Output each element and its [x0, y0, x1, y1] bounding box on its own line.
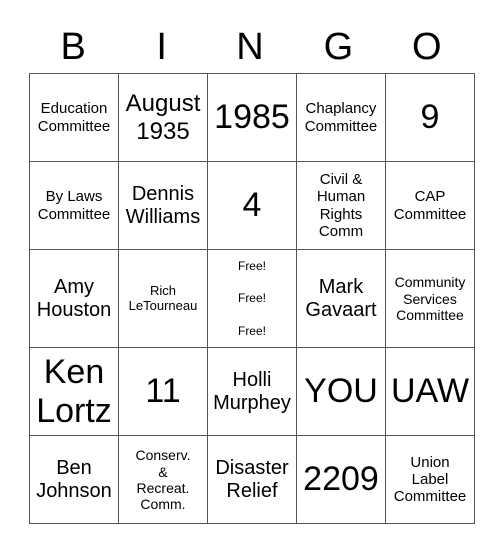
bingo-cell[interactable]: Chaplancy Committee	[296, 73, 386, 162]
cell-text: CAP Committee	[393, 188, 467, 223]
cell-text: Disaster Relief	[215, 456, 289, 502]
bingo-cell[interactable]: 9	[385, 73, 475, 162]
header-letter-g: G	[323, 26, 354, 68]
header-letter-i: I	[156, 26, 167, 68]
bingo-cell[interactable]: Amy Houston	[29, 248, 119, 349]
bingo-cell[interactable]: Dennis Williams	[118, 161, 208, 250]
bingo-cell[interactable]: Community Services Committee	[385, 248, 475, 349]
cell-text: UAW	[390, 372, 470, 411]
bingo-header: B I N G O	[29, 22, 471, 72]
cell-text: 11	[145, 372, 181, 411]
header-letter-n: N	[236, 26, 264, 68]
cell-text: By Laws Committee	[37, 188, 111, 223]
bingo-cell[interactable]: CAP Committee	[385, 161, 475, 250]
bingo-cell[interactable]: Conserv. & Recreat. Comm.	[118, 435, 208, 525]
bingo-cell[interactable]: YOU	[296, 347, 386, 437]
cell-text: 4	[242, 185, 262, 224]
cell-text: 9	[420, 97, 440, 136]
cell-text: Conserv. & Recreat. Comm.	[135, 447, 191, 512]
bingo-cell[interactable]: 4	[207, 161, 297, 250]
bingo-cell[interactable]: Education Committee	[29, 73, 119, 162]
grid-row: Education Committee August 1935 1985 Cha…	[29, 73, 475, 162]
grid-row: Ken Lortz 11 Holli Murphey YOU UAW	[29, 347, 475, 437]
cell-text: Chaplancy Committee	[304, 100, 378, 135]
grid-row: Ben Johnson Conserv. & Recreat. Comm. Di…	[29, 435, 475, 525]
bingo-cell[interactable]: By Laws Committee	[29, 161, 119, 250]
bingo-cell[interactable]: 2209	[296, 435, 386, 525]
cell-text: Ben Johnson	[36, 456, 112, 502]
cell-text: Community Services Committee	[394, 274, 466, 323]
cell-text: Union Label Committee	[393, 453, 467, 506]
cell-text: 1985	[214, 97, 290, 136]
bingo-cell[interactable]: August 1935	[118, 73, 208, 162]
bingo-cell[interactable]: Ken Lortz	[29, 347, 119, 437]
cell-text: Dennis Williams	[125, 182, 201, 228]
free-space-cell[interactable]: Free! Free! Free!	[207, 248, 297, 349]
cell-text: Mark Gavaart	[305, 275, 377, 321]
cell-text: 2209	[303, 460, 379, 499]
cell-text: Free! Free! Free!	[237, 259, 266, 338]
cell-text: Ken Lortz	[36, 352, 112, 430]
bingo-card-grid: Education Committee August 1935 1985 Cha…	[29, 73, 475, 525]
cell-text: Rich LeTourneau	[128, 282, 198, 313]
bingo-cell[interactable]: Disaster Relief	[207, 435, 297, 525]
cell-text: Amy Houston	[36, 275, 112, 321]
bingo-cell[interactable]: Holli Murphey	[207, 347, 297, 437]
grid-row: Amy Houston Rich LeTourneau Free! Free! …	[29, 248, 475, 349]
cell-text: YOU	[304, 372, 378, 411]
cell-text: Holli Murphey	[213, 368, 291, 414]
header-letter-o: O	[412, 26, 442, 68]
bingo-cell[interactable]: 11	[118, 347, 208, 437]
bingo-cell[interactable]: Rich LeTourneau	[118, 248, 208, 349]
bingo-cell[interactable]: Mark Gavaart	[296, 248, 386, 349]
cell-text: Civil & Human Rights Comm	[316, 171, 366, 240]
bingo-cell[interactable]: 1985	[207, 73, 297, 162]
bingo-cell[interactable]: UAW	[385, 347, 475, 437]
cell-text: August 1935	[125, 89, 201, 145]
bingo-cell[interactable]: Ben Johnson	[29, 435, 119, 525]
bingo-cell[interactable]: Union Label Committee	[385, 435, 475, 525]
header-letter-b: B	[60, 26, 86, 68]
cell-text: Education Committee	[37, 100, 111, 135]
bingo-cell[interactable]: Civil & Human Rights Comm	[296, 161, 386, 250]
grid-row: By Laws Committee Dennis Williams 4 Civi…	[29, 161, 475, 250]
